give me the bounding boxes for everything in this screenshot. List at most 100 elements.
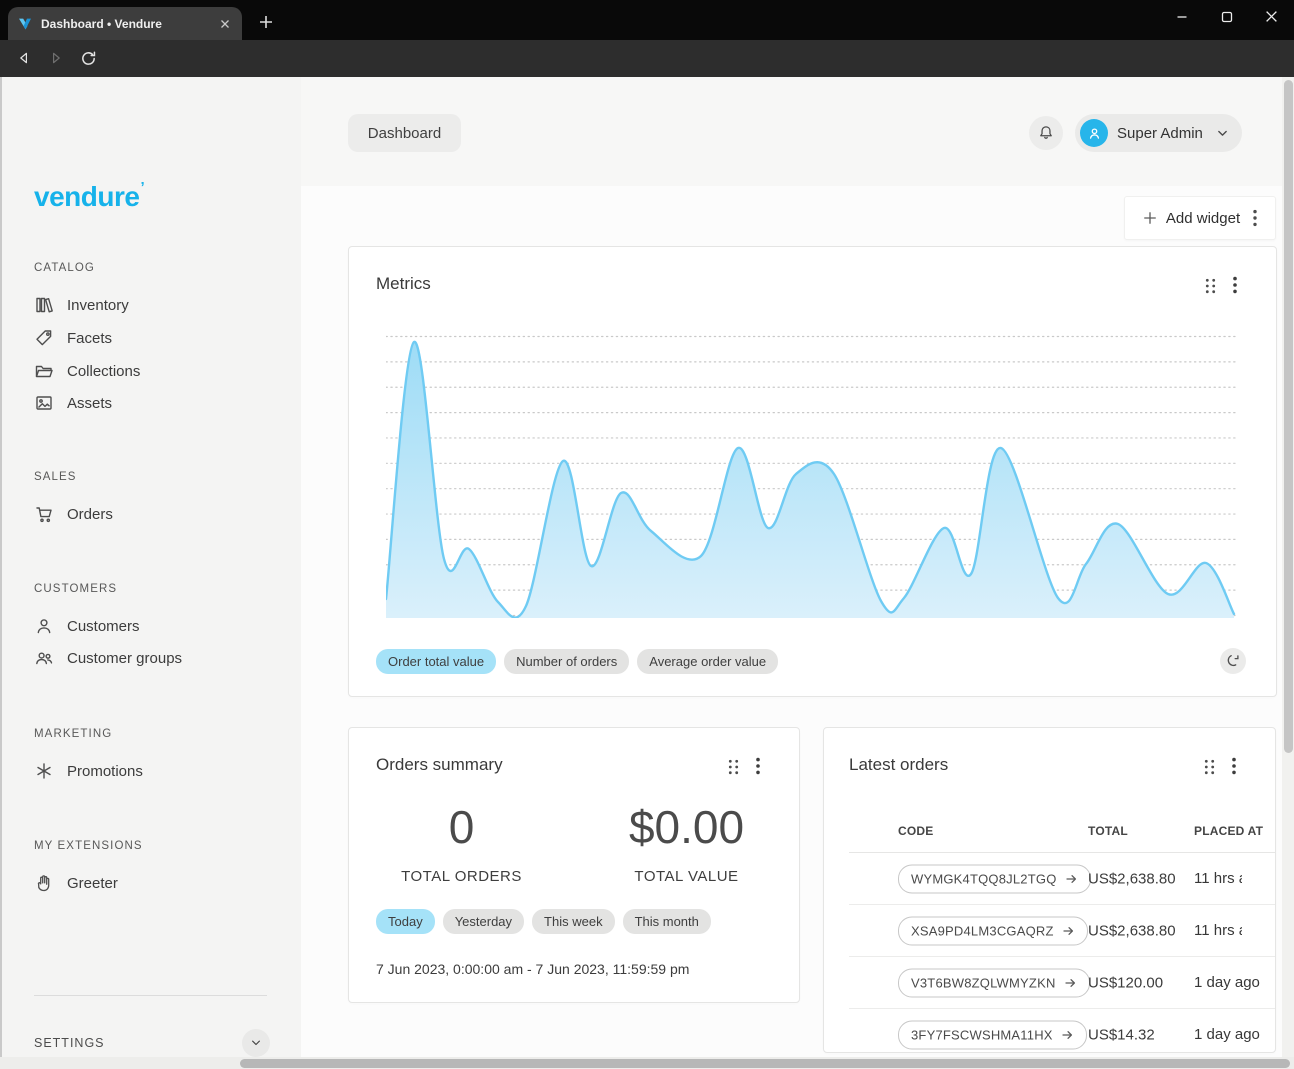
arrow-right-icon bbox=[1065, 873, 1078, 886]
kebab-menu-icon[interactable] bbox=[1253, 209, 1257, 227]
summary-filters: Today Yesterday This week This month bbox=[376, 909, 711, 934]
reload-button[interactable] bbox=[74, 44, 102, 72]
latest-orders-widget: Latest orders CODE TOTAL PLACED AT WYMGK… bbox=[823, 727, 1276, 1053]
user-icon bbox=[34, 616, 54, 636]
sidebar-item-label: Orders bbox=[67, 506, 113, 523]
hand-icon bbox=[34, 873, 54, 893]
new-tab-button[interactable] bbox=[255, 11, 277, 33]
filter-today[interactable]: Today bbox=[376, 909, 435, 934]
asterisk-icon bbox=[34, 761, 54, 781]
metrics-widget: Metrics Order total value Number of orde… bbox=[348, 246, 1277, 697]
browser-tab[interactable]: Dashboard • Vendure bbox=[8, 7, 242, 40]
sidebar-item-customers[interactable]: Customers bbox=[34, 615, 291, 637]
filter-yesterday[interactable]: Yesterday bbox=[443, 909, 524, 934]
vendure-logo[interactable]: vendure’ bbox=[34, 179, 144, 213]
sidebar-item-facets[interactable]: Facets bbox=[34, 327, 291, 349]
column-header-code: CODE bbox=[898, 824, 933, 838]
order-row: 3FY7FSCWSHMA11HX US$14.32 1 day ago bbox=[824, 1009, 1275, 1053]
order-placed-at: 1 day ago bbox=[1194, 974, 1264, 992]
order-row: V3T6BW8ZQLWMYZKN US$120.00 1 day ago bbox=[824, 957, 1275, 1009]
sidebar-item-assets[interactable]: Assets bbox=[34, 392, 291, 414]
sidebar-divider bbox=[34, 995, 267, 996]
sidebar-item-label: Collections bbox=[67, 363, 140, 380]
tag-icon bbox=[34, 328, 54, 348]
tab-title: Dashboard • Vendure bbox=[41, 17, 209, 31]
sidebar-section-sales: SALES bbox=[34, 471, 77, 483]
order-code-link[interactable]: V3T6BW8ZQLWMYZKN bbox=[898, 969, 1090, 998]
dashboard-content: Add widget Metrics Order total value Num… bbox=[301, 186, 1282, 1057]
order-placed-at: 11 hrs ago bbox=[1194, 870, 1242, 888]
sidebar-section-settings[interactable]: SETTINGS bbox=[34, 1027, 270, 1059]
sidebar-section-marketing: MARKETING bbox=[34, 728, 112, 740]
filter-this-week[interactable]: This week bbox=[532, 909, 615, 934]
logo-mark: ’ bbox=[140, 179, 144, 196]
notifications-button[interactable] bbox=[1029, 116, 1063, 150]
forward-button[interactable] bbox=[42, 44, 70, 72]
cart-icon bbox=[34, 504, 54, 524]
books-icon bbox=[34, 295, 54, 315]
tab-order-total-value[interactable]: Order total value bbox=[376, 649, 496, 674]
metrics-tabs: Order total value Number of orders Avera… bbox=[376, 649, 778, 674]
drag-handle-icon[interactable] bbox=[728, 759, 739, 775]
horizontal-scrollbar-thumb[interactable] bbox=[240, 1059, 1290, 1068]
back-button[interactable] bbox=[10, 44, 38, 72]
date-range: 7 Jun 2023, 0:00:00 am - 7 Jun 2023, 11:… bbox=[376, 961, 689, 977]
window-controls bbox=[1159, 0, 1294, 33]
refresh-icon bbox=[1226, 654, 1240, 668]
order-code-link[interactable]: 3FY7FSCWSHMA11HX bbox=[898, 1021, 1087, 1050]
users-icon bbox=[34, 648, 54, 668]
sidebar-item-label: Promotions bbox=[67, 763, 143, 780]
stat-value: 0 bbox=[349, 800, 574, 854]
breadcrumb[interactable]: Dashboard bbox=[348, 114, 461, 152]
sidebar-item-orders[interactable]: Orders bbox=[34, 503, 291, 525]
kebab-menu-icon[interactable] bbox=[753, 757, 763, 775]
order-code-link[interactable]: WYMGK4TQQ8JL2TGQ bbox=[898, 865, 1091, 894]
vertical-scrollbar[interactable] bbox=[1282, 77, 1294, 1057]
sidebar-item-promotions[interactable]: Promotions bbox=[34, 760, 291, 782]
sidebar-item-label: Customers bbox=[67, 618, 140, 635]
add-widget-button[interactable]: Add widget bbox=[1124, 196, 1276, 240]
stat-label: TOTAL ORDERS bbox=[349, 868, 574, 885]
sidebar-item-customer-groups[interactable]: Customer groups bbox=[34, 647, 291, 669]
chevron-down-icon bbox=[1216, 127, 1229, 140]
column-header-placed-at: PLACED AT bbox=[1194, 824, 1264, 838]
sidebar-item-label: Inventory bbox=[67, 297, 129, 314]
drag-handle-icon[interactable] bbox=[1205, 278, 1216, 294]
drag-handle-icon[interactable] bbox=[1204, 759, 1215, 775]
order-row: XSA9PD4LM3CGAQRZ US$2,638.80 11 hrs ago bbox=[824, 905, 1275, 957]
tab-average-order-value[interactable]: Average order value bbox=[637, 649, 778, 674]
browser-window: Dashboard • Vendure bbox=[0, 0, 1294, 1069]
table-header: CODE TOTAL PLACED AT bbox=[824, 816, 1275, 853]
refresh-button[interactable] bbox=[1220, 648, 1246, 674]
window-close-button[interactable] bbox=[1249, 0, 1294, 33]
tab-number-of-orders[interactable]: Number of orders bbox=[504, 649, 629, 674]
order-placed-at: 1 day ago bbox=[1194, 1026, 1264, 1044]
sidebar-item-collections[interactable]: Collections bbox=[34, 360, 291, 382]
orders-summary-widget: Orders summary 0 TOTAL ORDERS $0.00 TOTA… bbox=[348, 727, 800, 1003]
sidebar-item-label: Facets bbox=[67, 330, 112, 347]
sidebar-item-greeter[interactable]: Greeter bbox=[34, 872, 291, 894]
chevron-down-icon[interactable] bbox=[242, 1029, 270, 1057]
image-icon bbox=[34, 393, 54, 413]
stat-total-orders: 0 TOTAL ORDERS bbox=[349, 800, 574, 885]
arrow-right-icon bbox=[1064, 977, 1077, 990]
sidebar-section-customers: CUSTOMERS bbox=[34, 583, 117, 595]
arrow-right-icon bbox=[1062, 925, 1075, 938]
sidebar-item-label: Greeter bbox=[67, 875, 118, 892]
window-maximize-button[interactable] bbox=[1204, 0, 1249, 33]
sidebar-item-inventory[interactable]: Inventory bbox=[34, 294, 291, 316]
kebab-menu-icon[interactable] bbox=[1229, 757, 1239, 775]
folder-icon bbox=[34, 361, 54, 381]
summary-stats: 0 TOTAL ORDERS $0.00 TOTAL VALUE bbox=[349, 800, 799, 885]
order-total: US$120.00 bbox=[1088, 975, 1163, 992]
user-menu[interactable]: Super Admin bbox=[1075, 114, 1242, 152]
sidebar-item-label: Assets bbox=[67, 395, 112, 412]
kebab-menu-icon[interactable] bbox=[1230, 276, 1240, 294]
filter-this-month[interactable]: This month bbox=[623, 909, 711, 934]
window-minimize-button[interactable] bbox=[1159, 0, 1204, 33]
vertical-scrollbar-thumb[interactable] bbox=[1284, 80, 1293, 753]
horizontal-scrollbar[interactable] bbox=[0, 1057, 1294, 1069]
sidebar-section-catalog: CATALOG bbox=[34, 262, 95, 274]
tab-close-icon[interactable] bbox=[217, 16, 233, 32]
order-code-link[interactable]: XSA9PD4LM3CGAQRZ bbox=[898, 917, 1088, 946]
